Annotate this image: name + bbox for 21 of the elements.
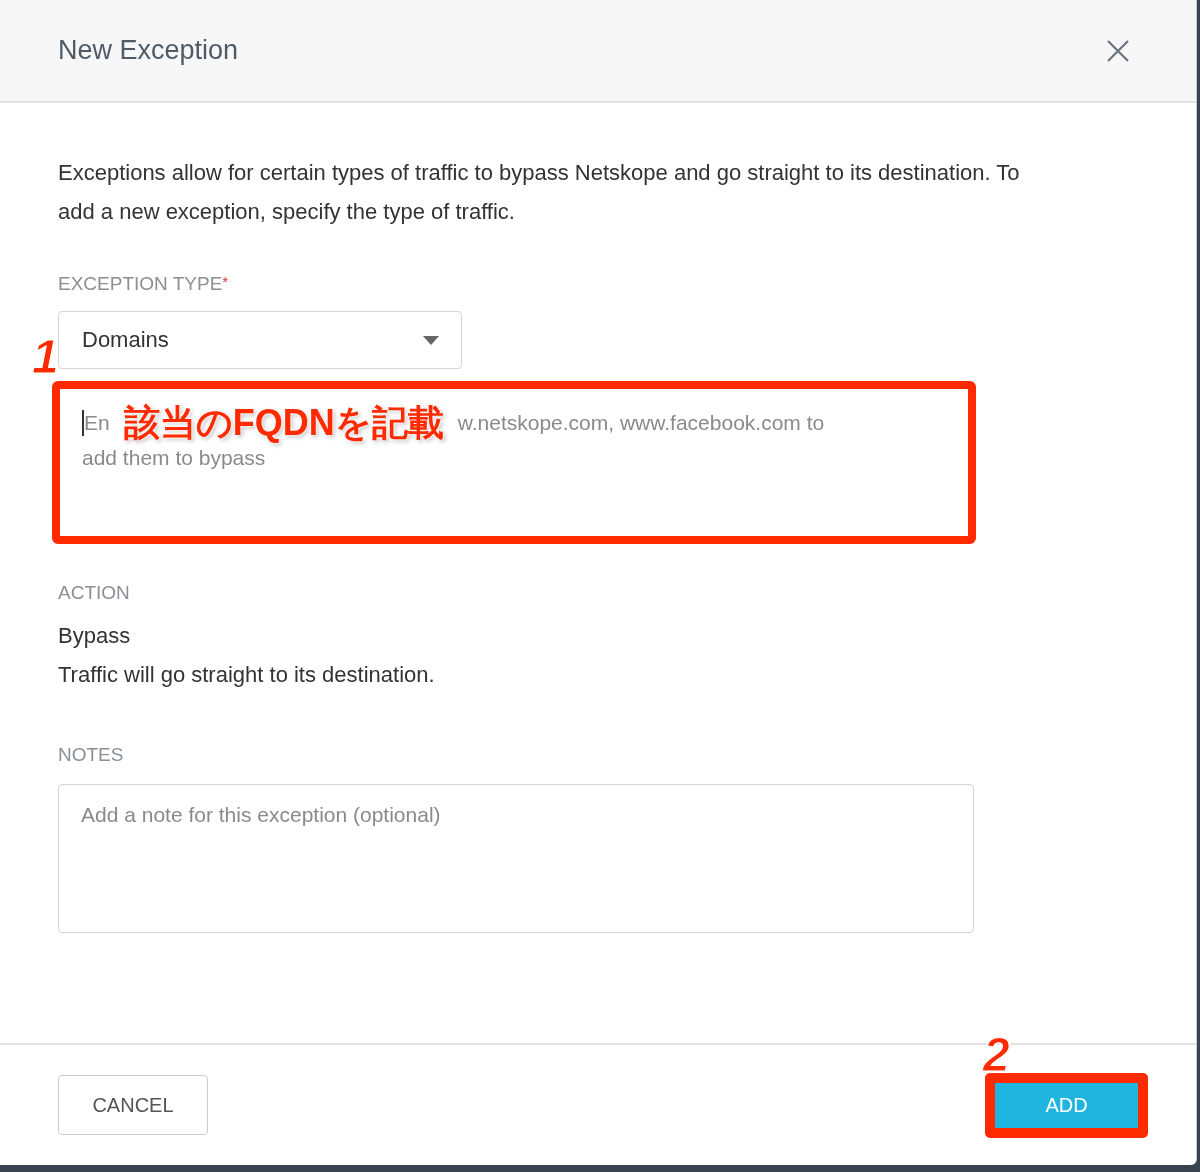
- action-description: Traffic will go straight to its destination.: [58, 661, 436, 689]
- action-value: Bypass: [58, 622, 132, 650]
- field-label: NOTES: [58, 744, 125, 766]
- notes-field[interactable]: Add a note for this exception (optional): [58, 784, 974, 933]
- domains-field[interactable]: En 該当のFQDNを記載 w.netskope.com, www.facebook.com to add them to bypass: [60, 389, 968, 536]
- cancel-button[interactable]: CANCEL: [58, 1075, 208, 1135]
- annotation-number: 1: [32, 333, 59, 381]
- text-cursor: [82, 410, 84, 436]
- dialog-title: New Exception: [58, 35, 239, 66]
- caret-icon: [423, 335, 439, 345]
- field-label: ACTION: [58, 582, 131, 604]
- annotation-number: 2: [983, 1030, 1010, 1079]
- close-icon[interactable]: [1106, 38, 1130, 63]
- required-mark: *: [222, 273, 229, 292]
- annotation-label: 該当のFQDNを記載: [123, 405, 444, 441]
- exception-type-dropdown[interactable]: Domains: [58, 311, 462, 369]
- placeholder-text: w.netskope.com, www.facebook.com to: [457, 410, 825, 436]
- placeholder-text: En: [84, 410, 110, 436]
- intro-text: Exceptions allow for certain types of traffic to bypass Netskope and go straight to its destination. To add a new exception, specify the type of traffic.: [58, 159, 1021, 226]
- placeholder-text: add them to bypass: [82, 445, 267, 471]
- field-label: EXCEPTION TYPE: [58, 273, 223, 295]
